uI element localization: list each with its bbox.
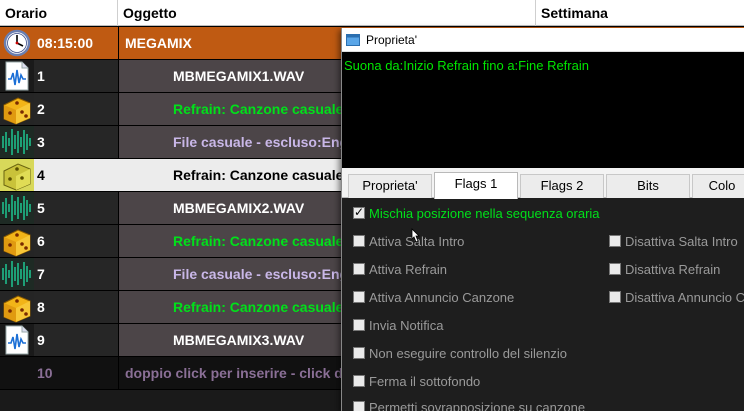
wave-file-icon (0, 324, 34, 356)
checkbox[interactable] (353, 319, 365, 331)
option-sottofondo[interactable]: Ferma il sottofondo (353, 372, 480, 390)
waveform-icon (0, 126, 34, 158)
row-object: Refrain: Canzone casuale - (173, 233, 352, 249)
row-number: 3 (34, 126, 118, 158)
checkbox[interactable] (353, 375, 365, 387)
tab-proprieta[interactable]: Proprieta' (348, 174, 432, 198)
row-number: 5 (34, 192, 118, 224)
info-text: Suona da:Inizio Refrain fino a:Fine Refr… (344, 58, 589, 73)
row-number: 9 (34, 324, 118, 356)
option-silenzio[interactable]: Non eseguire controllo del silenzio (353, 344, 567, 362)
tab-flags1[interactable]: Flags 1 (434, 172, 518, 199)
checkbox[interactable] (609, 235, 621, 247)
wave-file-icon (0, 60, 34, 92)
tab-bar: Proprieta' Flags 1 Flags 2 Bits Colo (342, 172, 744, 199)
checkbox[interactable] (353, 291, 365, 303)
row-object: File casuale - escluso:Eng (173, 266, 349, 282)
checkbox[interactable] (609, 263, 621, 275)
dialog-titlebar[interactable]: Proprieta' (342, 28, 744, 52)
option-sovrapposizione[interactable]: Permetti sovrapposizione su canzone (353, 398, 585, 411)
properties-dialog: Proprieta' Suona da:Inizio Refrain fino … (341, 28, 744, 411)
option-disattiva-refrain[interactable]: Disattiva Refrain (609, 260, 720, 278)
header-time[interactable]: Orario (0, 0, 118, 26)
row-object: MBMEGAMIX1.WAV (173, 68, 305, 84)
row-number: 6 (34, 225, 118, 257)
header-week[interactable]: Settimana (536, 0, 744, 26)
flags1-panel: Mischia posizione nella sequenza oraria … (342, 198, 744, 411)
header-object[interactable]: Oggetto (118, 0, 536, 26)
option-disattiva-annuncio[interactable]: Disattiva Annuncio C (609, 288, 744, 306)
row-object: Refrain: Canzone casuale - (173, 101, 352, 117)
dice-icon (0, 291, 34, 323)
row-object: MBMEGAMIX2.WAV (173, 200, 305, 216)
checkbox[interactable] (609, 291, 621, 303)
row-object: Refrain: Canzone casuale - (173, 167, 352, 183)
clock-icon (0, 27, 34, 59)
row-object: Refrain: Canzone casuale - (173, 299, 352, 315)
row-number: 8 (34, 291, 118, 323)
option-disattiva-salta-intro[interactable]: Disattiva Salta Intro (609, 232, 738, 250)
row-number: 10 (34, 357, 118, 389)
row-time: 08:15:00 (34, 27, 118, 59)
checkbox[interactable] (353, 235, 365, 247)
option-annuncio[interactable]: Attiva Annuncio Canzone (353, 288, 514, 306)
checkbox[interactable] (353, 263, 365, 275)
row-object: MEGAMIX (125, 35, 192, 51)
row-number: 2 (34, 93, 118, 125)
empty-icon-slot (0, 357, 34, 389)
option-refrain[interactable]: Attiva Refrain (353, 260, 447, 278)
row-number: 1 (34, 60, 118, 92)
dice-icon (0, 93, 34, 125)
dice-icon (0, 159, 34, 191)
row-number: 7 (34, 258, 118, 290)
option-notifica[interactable]: Invia Notifica (353, 316, 443, 334)
waveform-icon (0, 258, 34, 290)
tab-bits[interactable]: Bits (606, 174, 690, 198)
checkbox[interactable] (353, 401, 365, 411)
waveform-icon (0, 192, 34, 224)
add-hint: doppio click per inserire - click de (125, 365, 351, 381)
row-object: MBMEGAMIX3.WAV (173, 332, 305, 348)
tab-colori[interactable]: Colo (692, 174, 744, 198)
option-mischia[interactable]: Mischia posizione nella sequenza oraria (353, 204, 600, 222)
tab-flags2[interactable]: Flags 2 (520, 174, 604, 198)
row-number: 4 (34, 159, 118, 191)
window-icon (346, 33, 360, 46)
row-object: File casuale - escluso:Eng (173, 134, 349, 150)
column-header: Orario Oggetto Settimana (0, 0, 744, 26)
mouse-cursor-icon (411, 228, 420, 243)
checkbox-checked[interactable] (353, 205, 365, 219)
dialog-title: Proprieta' (366, 32, 417, 47)
info-panel: Suona da:Inizio Refrain fino a:Fine Refr… (342, 52, 744, 168)
dice-icon (0, 225, 34, 257)
checkbox[interactable] (353, 347, 365, 359)
